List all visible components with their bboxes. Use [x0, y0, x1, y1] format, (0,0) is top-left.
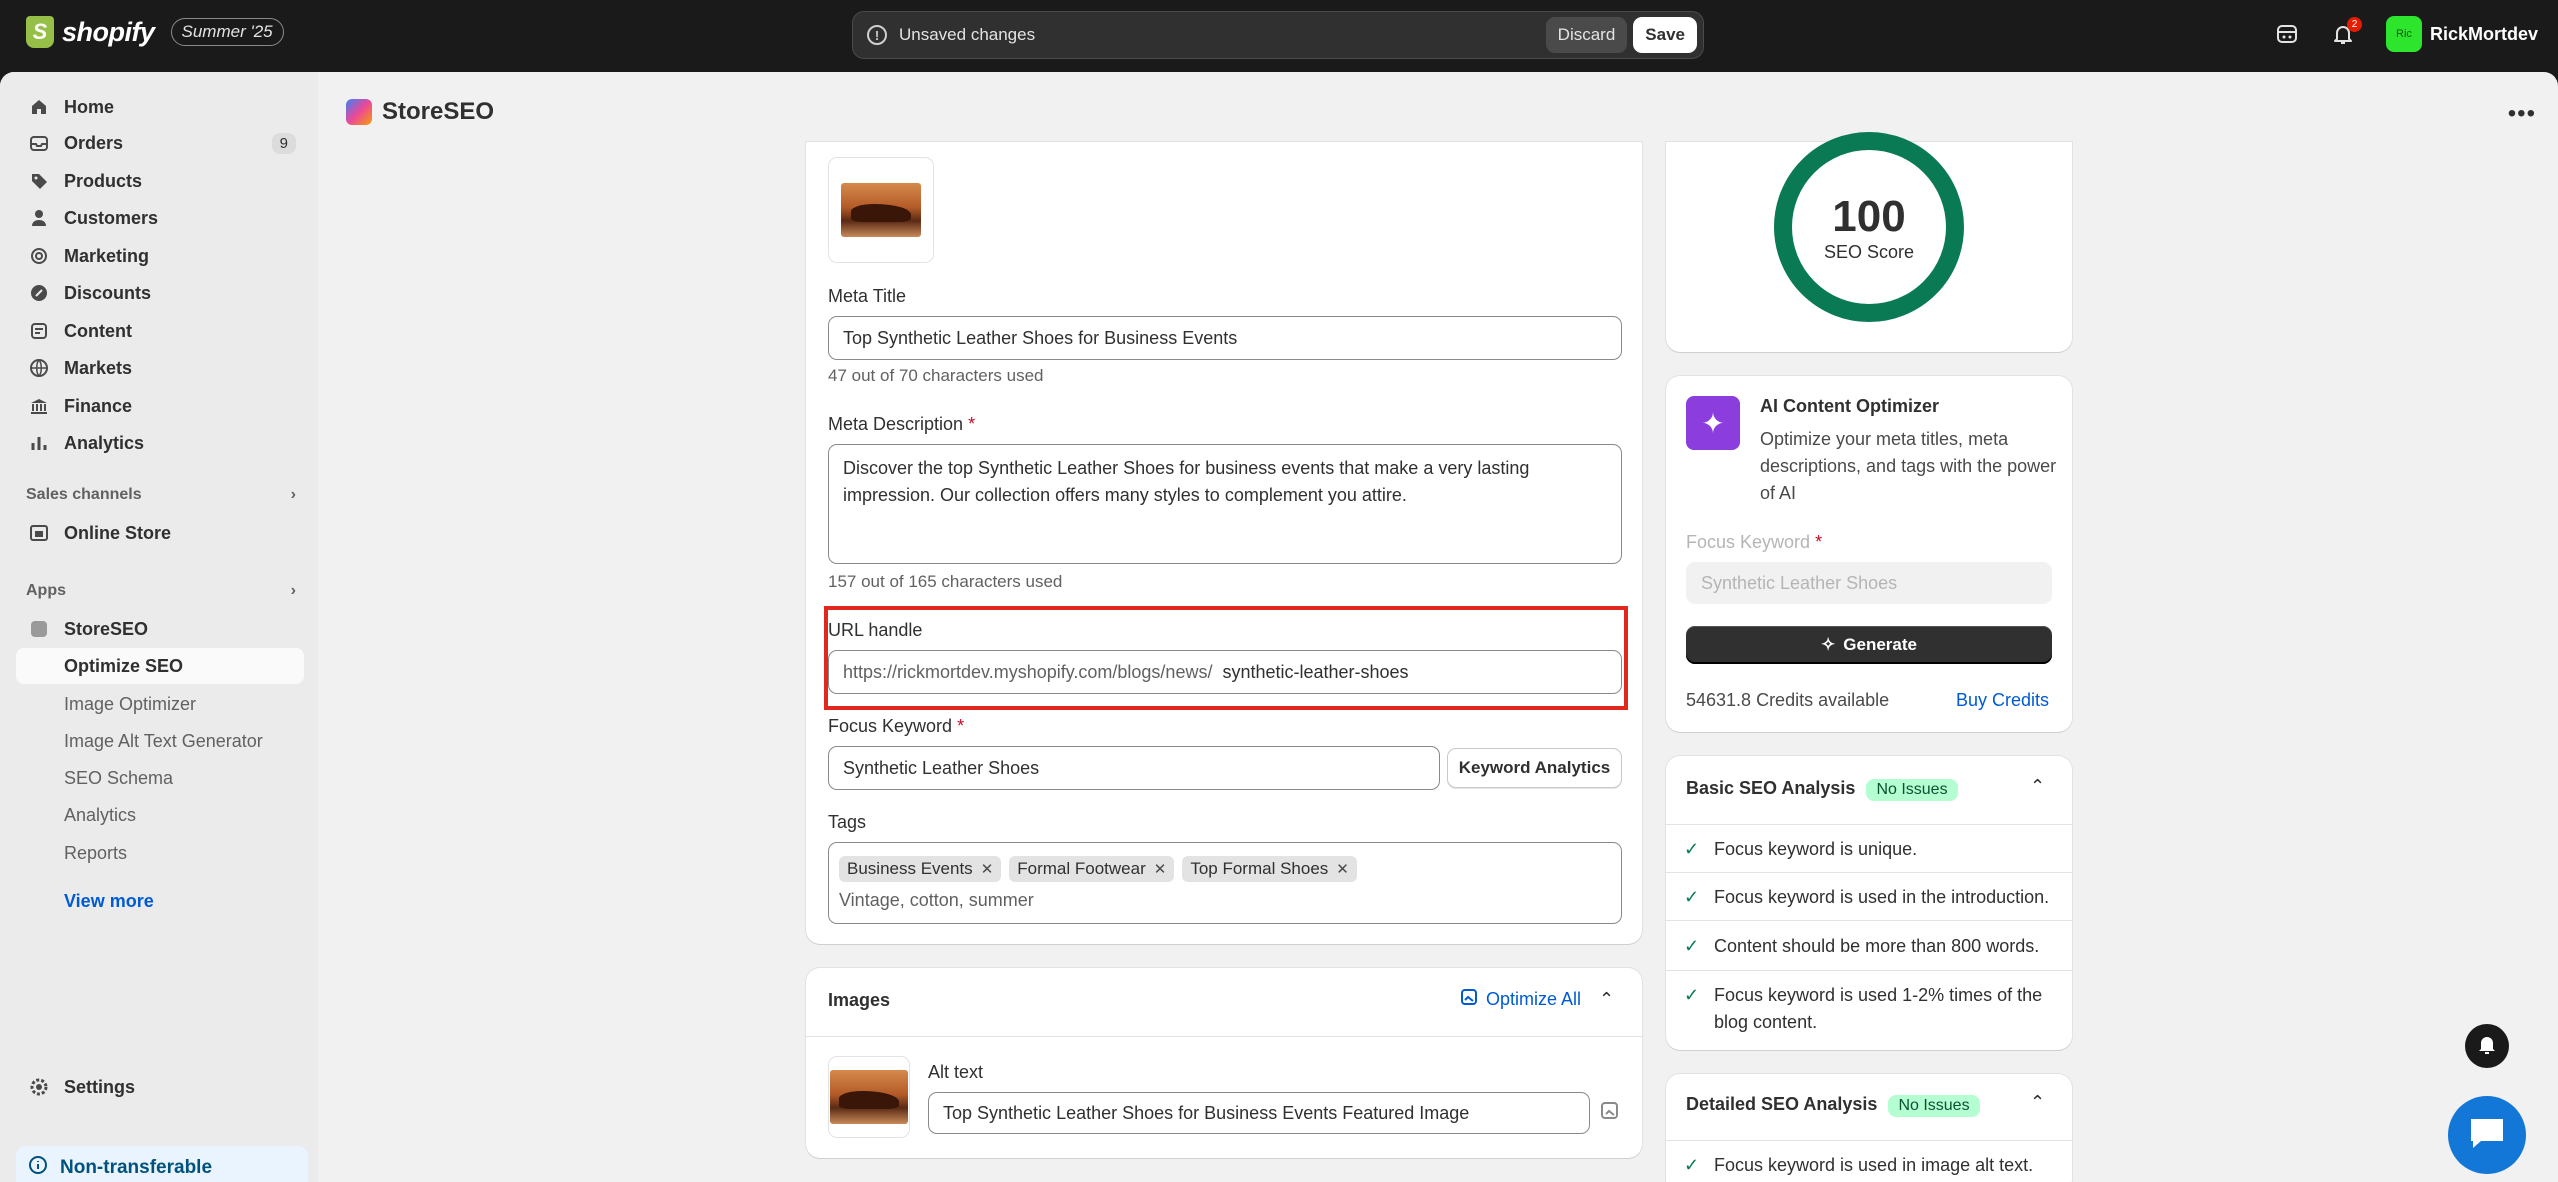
- user-menu[interactable]: Ric RickMortdev: [2385, 16, 2538, 52]
- page-title-text: StoreSEO: [382, 98, 495, 125]
- discard-button[interactable]: Discard: [1545, 17, 1628, 53]
- sidebar-item-analytics[interactable]: Analytics: [16, 426, 304, 460]
- storeseo-app-icon: [28, 618, 50, 640]
- sidebar-item-label: StoreSEO: [64, 618, 149, 639]
- sidebar-subitem-reports[interactable]: Reports: [64, 843, 127, 864]
- chevron-right-icon: ›: [290, 486, 296, 503]
- sidebar-item-settings[interactable]: Settings: [16, 1070, 304, 1104]
- sidebar-item-finance[interactable]: Finance: [16, 389, 304, 423]
- discount-icon: [28, 282, 50, 304]
- apps-header[interactable]: Apps ›: [26, 582, 296, 600]
- sidebar-item-discounts[interactable]: Discounts: [16, 276, 304, 310]
- storeseo-logo-icon: [346, 99, 372, 125]
- sidebar-item-storeseo[interactable]: StoreSEO: [16, 612, 304, 646]
- non-transferable-banner[interactable]: Non-transferable: [16, 1146, 308, 1182]
- unsaved-changes-bar: ! Unsaved changes Discard Save: [852, 11, 1704, 59]
- sidebar-item-content[interactable]: Content: [16, 314, 304, 348]
- bank-icon: [28, 395, 50, 417]
- apps-label: Apps: [26, 582, 66, 599]
- sidebar-item-orders[interactable]: Orders 9: [16, 126, 304, 160]
- save-button[interactable]: Save: [1633, 17, 1697, 53]
- sidebar-item-label: Settings: [64, 1076, 136, 1097]
- top-right-actions: 2 Ric RickMortdev: [2274, 16, 2538, 52]
- shopify-logo[interactable]: S shopify Summer '25: [26, 16, 284, 48]
- sidebar-item-label: Marketing: [64, 245, 150, 266]
- orders-count-badge: 9: [271, 132, 296, 154]
- sidebar-item-label: Home: [64, 96, 115, 117]
- sales-channels-header[interactable]: Sales channels ›: [26, 486, 296, 504]
- view-more-link[interactable]: View more: [64, 891, 154, 912]
- username: RickMortdev: [2429, 23, 2538, 44]
- gear-icon: [28, 1076, 50, 1098]
- page-title: StoreSEO: [346, 98, 494, 126]
- non-transferable-label: Non-transferable: [60, 1157, 213, 1178]
- unsaved-message: Unsaved changes: [899, 25, 1036, 44]
- sidebar-item-customers[interactable]: Customers: [16, 201, 304, 235]
- sidebar-item-label: Markets: [64, 357, 133, 378]
- sidebar-subitem-alt-text-generator[interactable]: Image Alt Text Generator: [64, 731, 263, 752]
- sidebar-item-home[interactable]: Home: [16, 90, 304, 124]
- sidebar-item-online-store[interactable]: Online Store: [16, 516, 304, 550]
- sales-channels-label: Sales channels: [26, 486, 142, 503]
- notification-count: 2: [2346, 17, 2362, 32]
- chevron-right-icon: ›: [290, 582, 296, 599]
- bar-chart-icon: [28, 432, 50, 454]
- sidebar-subitem-analytics[interactable]: Analytics: [64, 805, 136, 826]
- sidebar-item-label: Online Store: [64, 522, 172, 543]
- top-bar: S shopify Summer '25 ! Unsaved changes D…: [0, 0, 2558, 72]
- info-icon: !: [867, 25, 887, 45]
- sidebar-item-label: Products: [64, 170, 143, 191]
- sidebar-item-marketing[interactable]: Marketing: [16, 239, 304, 273]
- info-circle-icon: [28, 1155, 48, 1181]
- sidebar-subitem-seo-schema[interactable]: SEO Schema: [64, 768, 173, 789]
- tag-icon: [28, 170, 50, 192]
- sidebar-item-label: Content: [64, 320, 132, 341]
- brand-name: shopify: [62, 16, 155, 47]
- store-icon[interactable]: [2274, 21, 2300, 47]
- globe-icon: [28, 357, 50, 379]
- more-actions-icon[interactable]: •••: [2508, 100, 2536, 128]
- sidebar-item-label: Customers: [64, 207, 159, 228]
- sidebar-item-label: Discounts: [64, 282, 152, 303]
- seo-form-card: [806, 142, 1642, 944]
- person-icon: [28, 207, 50, 229]
- home-icon: [28, 96, 50, 118]
- sidebar-item-markets[interactable]: Markets: [16, 351, 304, 385]
- sidebar-subitem-optimize-seo[interactable]: Optimize SEO: [64, 656, 183, 677]
- edition-badge[interactable]: Summer '25: [170, 18, 284, 46]
- sidebar-subitem-image-optimizer[interactable]: Image Optimizer: [64, 694, 196, 715]
- sidebar: Home Orders 9 Products Customers Marketi…: [0, 72, 318, 1182]
- avatar: Ric: [2385, 16, 2422, 52]
- shopify-bag-icon: S: [26, 16, 54, 48]
- target-icon: [28, 245, 50, 267]
- sidebar-item-label: Finance: [64, 395, 133, 416]
- sidebar-item-label: Orders: [64, 132, 124, 153]
- content-icon: [28, 320, 50, 342]
- orders-icon: [28, 132, 50, 154]
- storefront-icon: [28, 522, 50, 544]
- sidebar-item-products[interactable]: Products: [16, 164, 304, 198]
- sidebar-item-label: Analytics: [64, 432, 145, 453]
- notification-bell-icon[interactable]: 2: [2330, 17, 2362, 47]
